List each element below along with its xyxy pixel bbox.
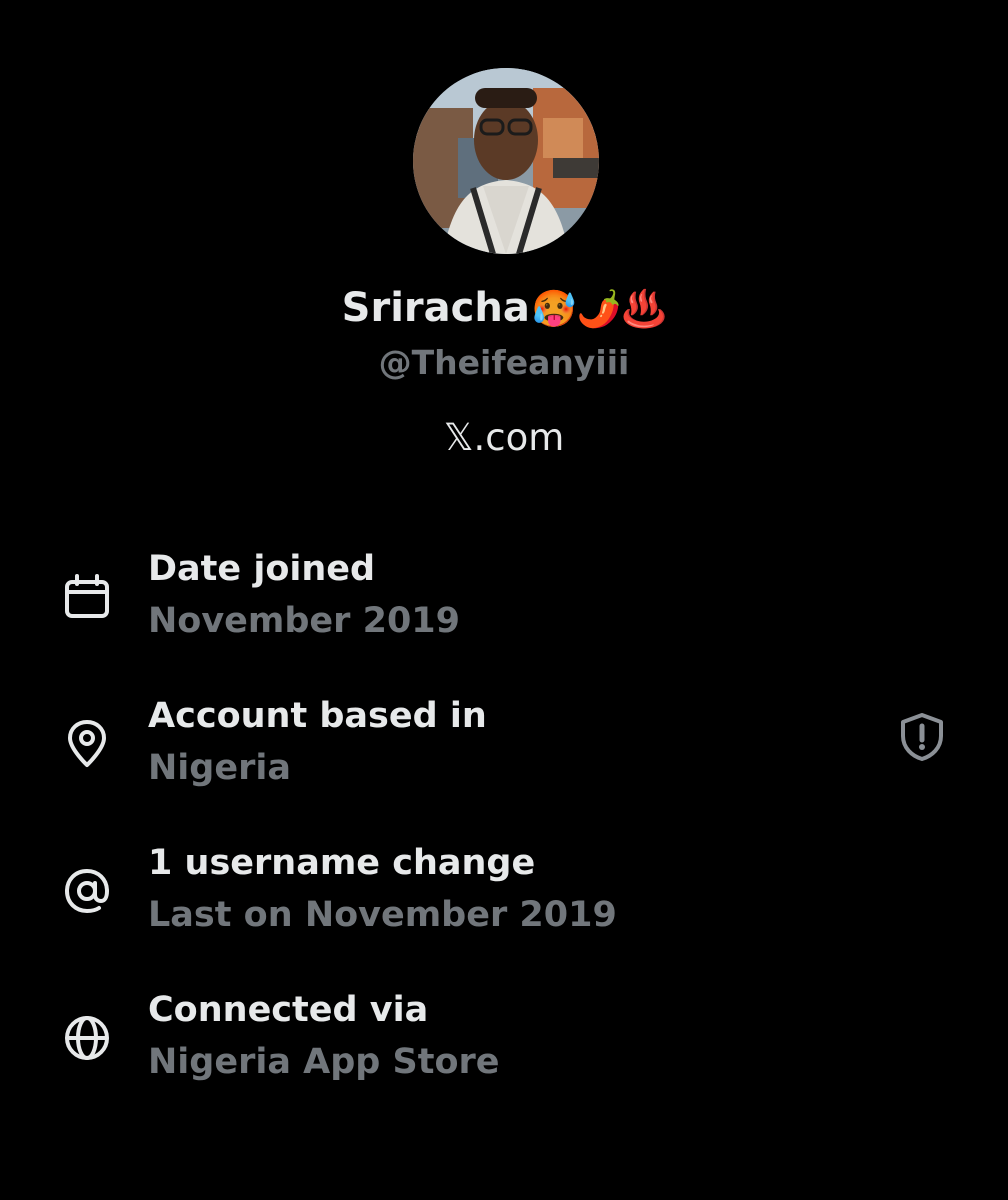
display-name-emojis: 🥵🌶️♨️ <box>531 289 667 330</box>
globe-icon <box>65 1016 109 1060</box>
display-name-text: Sriracha <box>341 285 530 331</box>
calendar-icon <box>65 574 109 618</box>
shield-alert-icon[interactable] <box>896 711 948 763</box>
connected-via-row: Connected via Nigeria App Store <box>0 987 1008 1097</box>
account-location-row: Account based in Nigeria <box>0 693 1008 803</box>
username-handle: @Theifeanyiii <box>378 343 630 382</box>
location-pin-icon <box>68 720 106 767</box>
connected-via-value: Nigeria App Store <box>148 1042 500 1082</box>
avatar-photo <box>413 68 599 254</box>
display-name: Sriracha🥵🌶️♨️ <box>0 282 1008 336</box>
account-location-value: Nigeria <box>148 748 291 788</box>
username-change-label: 1 username change <box>148 843 536 883</box>
date-joined-value: November 2019 <box>148 601 461 641</box>
at-sign-icon <box>64 868 110 914</box>
account-location-label: Account based in <box>148 696 487 736</box>
website-link[interactable]: 𝕏.com <box>0 412 1008 464</box>
date-joined-label: Date joined <box>148 549 376 589</box>
username-change-value: Last on November 2019 <box>148 895 617 935</box>
username-change-row: 1 username change Last on November 2019 <box>0 840 1008 950</box>
connected-via-label: Connected via <box>148 990 429 1030</box>
profile-avatar[interactable] <box>413 68 599 254</box>
date-joined-row: Date joined November 2019 <box>0 546 1008 656</box>
